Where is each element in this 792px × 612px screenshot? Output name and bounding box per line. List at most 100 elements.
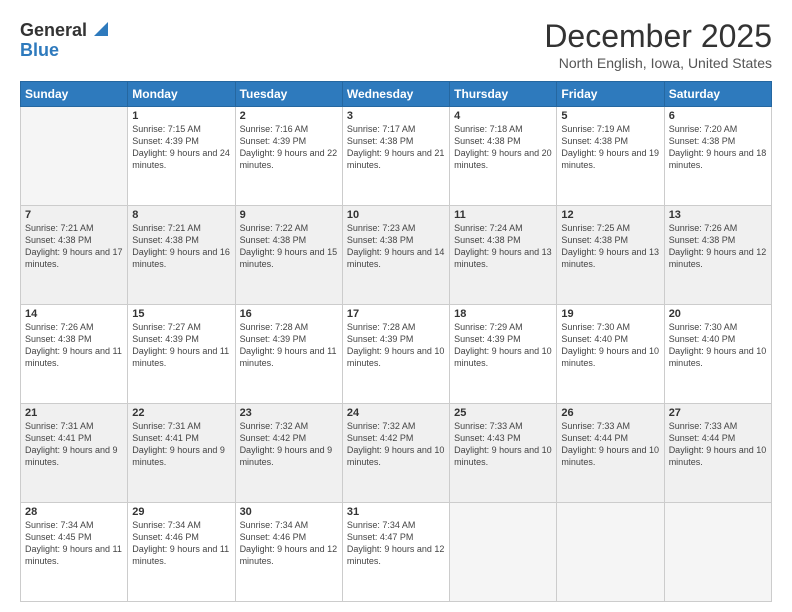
calendar-cell: 26Sunrise: 7:33 AM Sunset: 4:44 PM Dayli… — [557, 404, 664, 503]
weekday-header-friday: Friday — [557, 82, 664, 107]
day-number: 16 — [240, 308, 338, 320]
day-number: 13 — [669, 209, 767, 221]
calendar-cell: 25Sunrise: 7:33 AM Sunset: 4:43 PM Dayli… — [450, 404, 557, 503]
day-number: 30 — [240, 506, 338, 518]
title-block: December 2025 North English, Iowa, Unite… — [544, 18, 772, 71]
day-number: 15 — [132, 308, 230, 320]
logo-blue-text: Blue — [20, 41, 59, 59]
weekday-header-thursday: Thursday — [450, 82, 557, 107]
calendar-week-row: 7Sunrise: 7:21 AM Sunset: 4:38 PM Daylig… — [21, 206, 772, 305]
day-number: 14 — [25, 308, 123, 320]
weekday-header-monday: Monday — [128, 82, 235, 107]
day-number: 6 — [669, 110, 767, 122]
header: General Blue December 2025 North English… — [20, 18, 772, 71]
calendar-table: SundayMondayTuesdayWednesdayThursdayFrid… — [20, 81, 772, 602]
day-number: 27 — [669, 407, 767, 419]
day-info: Sunrise: 7:27 AM Sunset: 4:39 PM Dayligh… — [132, 321, 230, 370]
page: General Blue December 2025 North English… — [0, 0, 792, 612]
day-info: Sunrise: 7:34 AM Sunset: 4:46 PM Dayligh… — [132, 519, 230, 568]
day-info: Sunrise: 7:28 AM Sunset: 4:39 PM Dayligh… — [347, 321, 445, 370]
calendar-cell: 16Sunrise: 7:28 AM Sunset: 4:39 PM Dayli… — [235, 305, 342, 404]
day-number: 9 — [240, 209, 338, 221]
day-info: Sunrise: 7:16 AM Sunset: 4:39 PM Dayligh… — [240, 123, 338, 172]
day-number: 31 — [347, 506, 445, 518]
day-info: Sunrise: 7:30 AM Sunset: 4:40 PM Dayligh… — [669, 321, 767, 370]
day-number: 21 — [25, 407, 123, 419]
calendar-cell: 29Sunrise: 7:34 AM Sunset: 4:46 PM Dayli… — [128, 503, 235, 602]
day-info: Sunrise: 7:31 AM Sunset: 4:41 PM Dayligh… — [25, 420, 123, 469]
calendar-cell: 28Sunrise: 7:34 AM Sunset: 4:45 PM Dayli… — [21, 503, 128, 602]
calendar-cell: 22Sunrise: 7:31 AM Sunset: 4:41 PM Dayli… — [128, 404, 235, 503]
day-info: Sunrise: 7:34 AM Sunset: 4:45 PM Dayligh… — [25, 519, 123, 568]
day-info: Sunrise: 7:24 AM Sunset: 4:38 PM Dayligh… — [454, 222, 552, 271]
calendar-cell: 1Sunrise: 7:15 AM Sunset: 4:39 PM Daylig… — [128, 107, 235, 206]
weekday-header-tuesday: Tuesday — [235, 82, 342, 107]
day-info: Sunrise: 7:25 AM Sunset: 4:38 PM Dayligh… — [561, 222, 659, 271]
day-info: Sunrise: 7:23 AM Sunset: 4:38 PM Dayligh… — [347, 222, 445, 271]
calendar-cell: 21Sunrise: 7:31 AM Sunset: 4:41 PM Dayli… — [21, 404, 128, 503]
day-number: 10 — [347, 209, 445, 221]
day-info: Sunrise: 7:15 AM Sunset: 4:39 PM Dayligh… — [132, 123, 230, 172]
calendar-cell: 7Sunrise: 7:21 AM Sunset: 4:38 PM Daylig… — [21, 206, 128, 305]
calendar-cell: 31Sunrise: 7:34 AM Sunset: 4:47 PM Dayli… — [342, 503, 449, 602]
calendar-week-row: 1Sunrise: 7:15 AM Sunset: 4:39 PM Daylig… — [21, 107, 772, 206]
day-number: 22 — [132, 407, 230, 419]
day-number: 24 — [347, 407, 445, 419]
calendar-cell: 18Sunrise: 7:29 AM Sunset: 4:39 PM Dayli… — [450, 305, 557, 404]
calendar-cell — [664, 503, 771, 602]
calendar-cell: 20Sunrise: 7:30 AM Sunset: 4:40 PM Dayli… — [664, 305, 771, 404]
calendar-cell — [450, 503, 557, 602]
day-number: 19 — [561, 308, 659, 320]
day-number: 18 — [454, 308, 552, 320]
day-info: Sunrise: 7:34 AM Sunset: 4:46 PM Dayligh… — [240, 519, 338, 568]
calendar-cell: 10Sunrise: 7:23 AM Sunset: 4:38 PM Dayli… — [342, 206, 449, 305]
day-number: 3 — [347, 110, 445, 122]
day-info: Sunrise: 7:29 AM Sunset: 4:39 PM Dayligh… — [454, 321, 552, 370]
calendar-cell: 19Sunrise: 7:30 AM Sunset: 4:40 PM Dayli… — [557, 305, 664, 404]
day-number: 5 — [561, 110, 659, 122]
day-number: 28 — [25, 506, 123, 518]
calendar-cell: 15Sunrise: 7:27 AM Sunset: 4:39 PM Dayli… — [128, 305, 235, 404]
calendar-cell: 2Sunrise: 7:16 AM Sunset: 4:39 PM Daylig… — [235, 107, 342, 206]
day-info: Sunrise: 7:32 AM Sunset: 4:42 PM Dayligh… — [347, 420, 445, 469]
day-info: Sunrise: 7:17 AM Sunset: 4:38 PM Dayligh… — [347, 123, 445, 172]
calendar-cell: 5Sunrise: 7:19 AM Sunset: 4:38 PM Daylig… — [557, 107, 664, 206]
day-info: Sunrise: 7:32 AM Sunset: 4:42 PM Dayligh… — [240, 420, 338, 469]
calendar-week-row: 14Sunrise: 7:26 AM Sunset: 4:38 PM Dayli… — [21, 305, 772, 404]
calendar-cell: 12Sunrise: 7:25 AM Sunset: 4:38 PM Dayli… — [557, 206, 664, 305]
day-number: 20 — [669, 308, 767, 320]
day-number: 23 — [240, 407, 338, 419]
day-info: Sunrise: 7:21 AM Sunset: 4:38 PM Dayligh… — [25, 222, 123, 271]
logo-icon — [90, 18, 108, 36]
logo-general-text: General — [20, 21, 87, 39]
day-number: 8 — [132, 209, 230, 221]
calendar-cell: 23Sunrise: 7:32 AM Sunset: 4:42 PM Dayli… — [235, 404, 342, 503]
calendar-cell: 24Sunrise: 7:32 AM Sunset: 4:42 PM Dayli… — [342, 404, 449, 503]
calendar-week-row: 21Sunrise: 7:31 AM Sunset: 4:41 PM Dayli… — [21, 404, 772, 503]
day-info: Sunrise: 7:21 AM Sunset: 4:38 PM Dayligh… — [132, 222, 230, 271]
calendar-cell: 3Sunrise: 7:17 AM Sunset: 4:38 PM Daylig… — [342, 107, 449, 206]
calendar-cell: 14Sunrise: 7:26 AM Sunset: 4:38 PM Dayli… — [21, 305, 128, 404]
day-info: Sunrise: 7:20 AM Sunset: 4:38 PM Dayligh… — [669, 123, 767, 172]
calendar-cell — [557, 503, 664, 602]
day-info: Sunrise: 7:33 AM Sunset: 4:44 PM Dayligh… — [669, 420, 767, 469]
day-number: 4 — [454, 110, 552, 122]
day-info: Sunrise: 7:30 AM Sunset: 4:40 PM Dayligh… — [561, 321, 659, 370]
calendar-cell: 27Sunrise: 7:33 AM Sunset: 4:44 PM Dayli… — [664, 404, 771, 503]
day-number: 1 — [132, 110, 230, 122]
calendar-cell — [21, 107, 128, 206]
day-number: 12 — [561, 209, 659, 221]
calendar-cell: 30Sunrise: 7:34 AM Sunset: 4:46 PM Dayli… — [235, 503, 342, 602]
weekday-header-wednesday: Wednesday — [342, 82, 449, 107]
calendar-cell: 8Sunrise: 7:21 AM Sunset: 4:38 PM Daylig… — [128, 206, 235, 305]
weekday-header-sunday: Sunday — [21, 82, 128, 107]
month-title: December 2025 — [544, 18, 772, 55]
weekday-header-saturday: Saturday — [664, 82, 771, 107]
day-info: Sunrise: 7:26 AM Sunset: 4:38 PM Dayligh… — [25, 321, 123, 370]
weekday-header-row: SundayMondayTuesdayWednesdayThursdayFrid… — [21, 82, 772, 107]
calendar-cell: 6Sunrise: 7:20 AM Sunset: 4:38 PM Daylig… — [664, 107, 771, 206]
day-number: 11 — [454, 209, 552, 221]
day-number: 26 — [561, 407, 659, 419]
day-info: Sunrise: 7:22 AM Sunset: 4:38 PM Dayligh… — [240, 222, 338, 271]
day-info: Sunrise: 7:33 AM Sunset: 4:44 PM Dayligh… — [561, 420, 659, 469]
